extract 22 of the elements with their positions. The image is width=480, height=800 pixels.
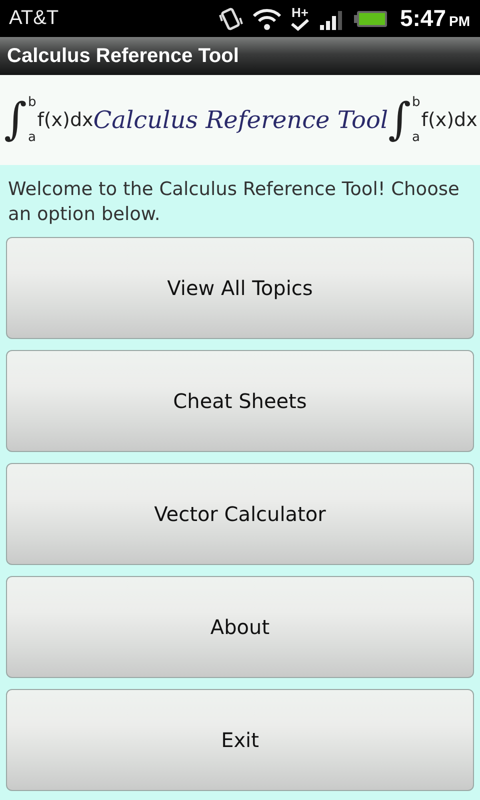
integrand: f(x)dx [421,109,478,131]
menu-button[interactable]: View All Topics [6,237,474,339]
integral-sign: ∫ [4,98,27,142]
network-indicator: H+ [290,6,310,31]
lower-limit: a [412,131,420,144]
upper-limit: b [412,96,420,109]
menu-button[interactable]: Vector Calculator [6,463,474,565]
menu-button[interactable]: Cheat Sheets [6,350,474,452]
integral-sign: ∫ [388,98,412,142]
vibrate-icon [218,6,244,32]
welcome-text: Welcome to the Calculus Reference Tool! Choose an option below. [8,178,460,227]
battery-icon [354,8,388,28]
clock: 5:47 PM [400,5,470,32]
lower-limit: a [28,131,36,144]
menu-button[interactable]: About [6,576,474,678]
carrier-name: AT&T [9,7,59,30]
window-title: Calculus Reference Tool [7,44,239,68]
banner-title: Calculus Reference Tool [93,106,388,134]
upper-limit: b [28,96,36,109]
integrand: f(x)dx [37,109,94,131]
wifi-icon [252,6,282,30]
menu-button[interactable]: Exit [6,689,474,791]
